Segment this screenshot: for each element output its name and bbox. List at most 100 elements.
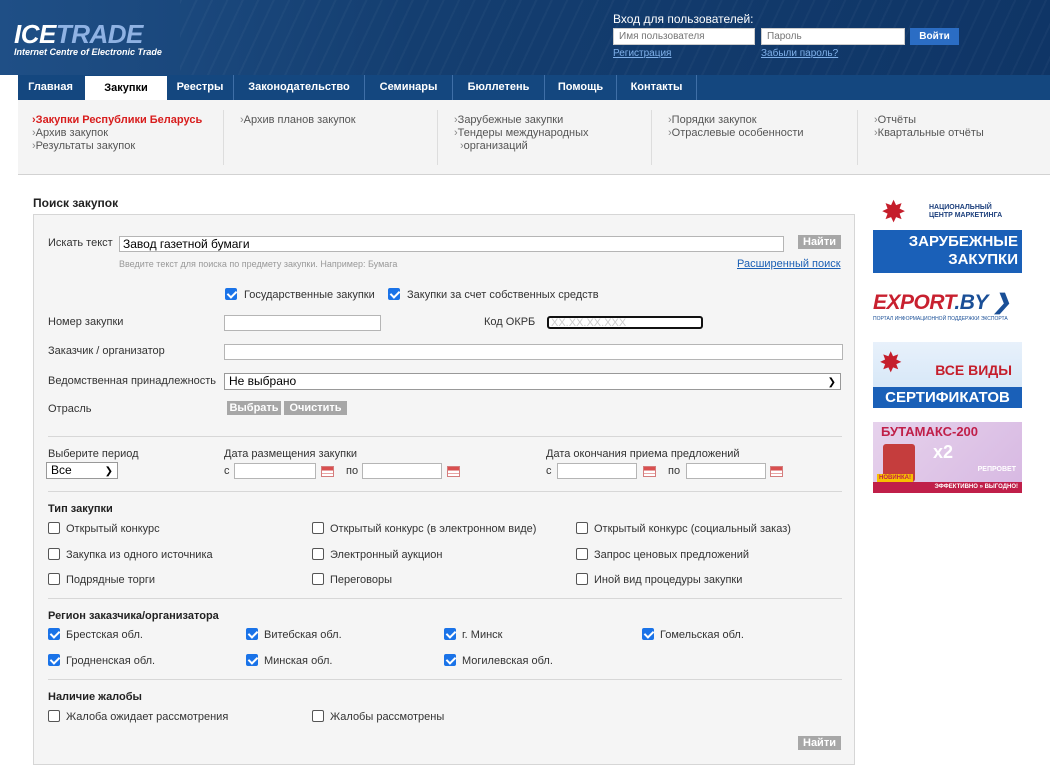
complaint-title: Наличие жалобы: [48, 691, 142, 703]
type-price-request-label: Запрос ценовых предложений: [594, 549, 750, 561]
region-grodno-label: Гродненская обл.: [66, 655, 156, 667]
divider: [48, 436, 842, 437]
nav-seminars[interactable]: Семинары: [364, 75, 452, 100]
advanced-search-link[interactable]: Расширенный поиск: [737, 258, 841, 270]
type-open-social-checkbox[interactable]: [576, 522, 588, 534]
region-gomel-checkbox[interactable]: [642, 628, 654, 640]
type-negotiations-label: Переговоры: [330, 574, 393, 586]
nav-registries[interactable]: Реестры: [167, 75, 233, 100]
calendar-icon[interactable]: [643, 466, 656, 477]
ad-export-by[interactable]: EXPORT.BY ❯ ПОРТАЛ ИНФОРМАЦИОННОЙ ПОДДЕР…: [873, 290, 1022, 326]
choose-button[interactable]: Выбрать: [227, 401, 281, 415]
submenu-procedures[interactable]: Порядки закупок: [668, 114, 804, 127]
submenu-col-5: Отчёты Квартальные отчёты: [874, 114, 984, 140]
ad-foreign-procurement[interactable]: ✸ НАЦИОНАЛЬНЫЙ ЦЕНТР МАРКЕТИНГА ЗАРУБЕЖН…: [873, 193, 1022, 273]
nav-help[interactable]: Помощь: [544, 75, 616, 100]
divider: [48, 491, 842, 492]
submenu-international-tenders[interactable]: Тендеры международных: [454, 127, 589, 140]
region-vitebsk-checkbox[interactable]: [246, 628, 258, 640]
login-button[interactable]: Войти: [910, 28, 959, 45]
complaint-pending-label: Жалоба ожидает рассмотрения: [66, 711, 229, 723]
type-contract-checkbox[interactable]: [48, 573, 60, 585]
logo-title: ICETRADE: [14, 19, 143, 49]
register-link[interactable]: Регистрация: [613, 48, 671, 59]
region-minsk-checkbox[interactable]: [246, 654, 258, 666]
deadline-from-input[interactable]: [557, 463, 637, 479]
ad-certificates[interactable]: ✸ ВСЕ ВИДЫ СЕРТИФИКАТОВ: [873, 342, 1022, 408]
okrb-input[interactable]: XX.XX.XX.XXX: [547, 316, 703, 329]
type-single-source-checkbox[interactable]: [48, 548, 60, 560]
region-mogilev-checkbox[interactable]: [444, 654, 456, 666]
procurement-submenu: Закупки Республики Беларусь Архив закупо…: [18, 100, 1050, 175]
region-minsk-city-checkbox[interactable]: [444, 628, 456, 640]
type-open-checkbox[interactable]: [48, 522, 60, 534]
calendar-icon[interactable]: [447, 466, 460, 477]
chevron-down-icon: ❯: [104, 466, 113, 477]
calendar-icon[interactable]: [321, 466, 334, 477]
period-label: Выберите период: [48, 448, 139, 460]
placed-from-input[interactable]: [234, 463, 316, 479]
customer-input[interactable]: [224, 344, 843, 360]
dept-select[interactable]: Не выбрано ❯: [224, 373, 841, 390]
calendar-icon[interactable]: [770, 466, 783, 477]
ad-all-types: ВСЕ ВИДЫ: [935, 362, 1012, 378]
type-auction-checkbox[interactable]: [312, 548, 324, 560]
number-input[interactable]: [224, 315, 381, 331]
nav-procurement[interactable]: Закупки: [85, 76, 167, 100]
password-input[interactable]: [761, 28, 905, 45]
submenu-archive[interactable]: Архив закупок: [32, 127, 202, 140]
period-select[interactable]: Все ❯: [46, 462, 118, 479]
type-auction-label: Электронный аукцион: [330, 549, 443, 561]
type-open-electronic-checkbox[interactable]: [312, 522, 324, 534]
login-title: Вход для пользователей:: [613, 12, 754, 26]
type-open-label: Открытый конкурс: [66, 523, 160, 535]
site-header: ICETRADE Internet Centre of Electronic T…: [0, 0, 1050, 75]
type-open-social-label: Открытый конкурс (социальный заказ): [594, 523, 791, 535]
okrb-label: Код ОКРБ: [484, 316, 536, 328]
type-single-source-label: Закупка из одного источника: [66, 549, 213, 561]
forgot-password-link[interactable]: Забыли пароль?: [761, 48, 838, 59]
state-procurement-checkbox[interactable]: [225, 288, 237, 300]
submenu-international-tenders-cont[interactable]: организаций: [454, 140, 589, 153]
ad-butamax[interactable]: БУТАМАКС-200 НОВИНКА! x2 РЕПРОВЕТ ЭФФЕКТ…: [873, 422, 1022, 493]
type-contract-label: Подрядные торги: [66, 574, 156, 586]
page-title: Поиск закупок: [33, 196, 119, 210]
placed-date-label: Дата размещения закупки: [224, 448, 358, 460]
own-funds-checkbox[interactable]: [388, 288, 400, 300]
ad-reprovet: РЕПРОВЕТ: [977, 466, 1016, 473]
submenu-results[interactable]: Результаты закупок: [32, 140, 202, 153]
region-gomel-label: Гомельская обл.: [660, 629, 744, 641]
submenu-industry-features[interactable]: Отраслевые особенности: [668, 127, 804, 140]
deadline-to-input[interactable]: [686, 463, 766, 479]
submenu-reports[interactable]: Отчёты: [874, 114, 984, 127]
submenu-belarus-procurement[interactable]: Закупки Республики Беларусь: [32, 114, 203, 127]
complaint-pending-checkbox[interactable]: [48, 710, 60, 722]
username-input[interactable]: [613, 28, 755, 45]
find-button[interactable]: Найти: [798, 235, 841, 249]
submenu-divider: [651, 110, 652, 165]
region-grodno-checkbox[interactable]: [48, 654, 60, 666]
nav-bulletin[interactable]: Бюллетень: [452, 75, 544, 100]
from-label: с: [546, 465, 552, 477]
search-text-input[interactable]: Завод газетной бумаги: [119, 236, 784, 252]
main-nav: Главная Закупки Реестры Законодательство…: [0, 75, 1050, 100]
submenu-col-3: Зарубежные закупки Тендеры международных…: [454, 114, 589, 153]
submenu-quarterly-reports[interactable]: Квартальные отчёты: [874, 127, 984, 140]
submenu-plan-archive[interactable]: Архив планов закупок: [240, 114, 356, 127]
region-brest-checkbox[interactable]: [48, 628, 60, 640]
submenu-foreign[interactable]: Зарубежные закупки: [454, 114, 589, 127]
placed-to-input[interactable]: [362, 463, 442, 479]
to-label: по: [668, 465, 681, 477]
nav-contacts[interactable]: Контакты: [616, 75, 696, 100]
type-price-request-checkbox[interactable]: [576, 548, 588, 560]
complaint-reviewed-checkbox[interactable]: [312, 710, 324, 722]
nav-home[interactable]: Главная: [18, 75, 83, 100]
clear-button[interactable]: Очистить: [284, 401, 347, 415]
nav-legislation[interactable]: Законодательство: [233, 75, 364, 100]
ad-x2: x2: [933, 442, 954, 462]
type-negotiations-checkbox[interactable]: [312, 573, 324, 585]
ad-marketing-center: НАЦИОНАЛЬНЫЙ ЦЕНТР МАРКЕТИНГА: [929, 204, 1003, 219]
find-button-bottom[interactable]: Найти: [798, 736, 841, 750]
type-other-checkbox[interactable]: [576, 573, 588, 585]
logo[interactable]: ICETRADE Internet Centre of Electronic T…: [14, 19, 162, 57]
